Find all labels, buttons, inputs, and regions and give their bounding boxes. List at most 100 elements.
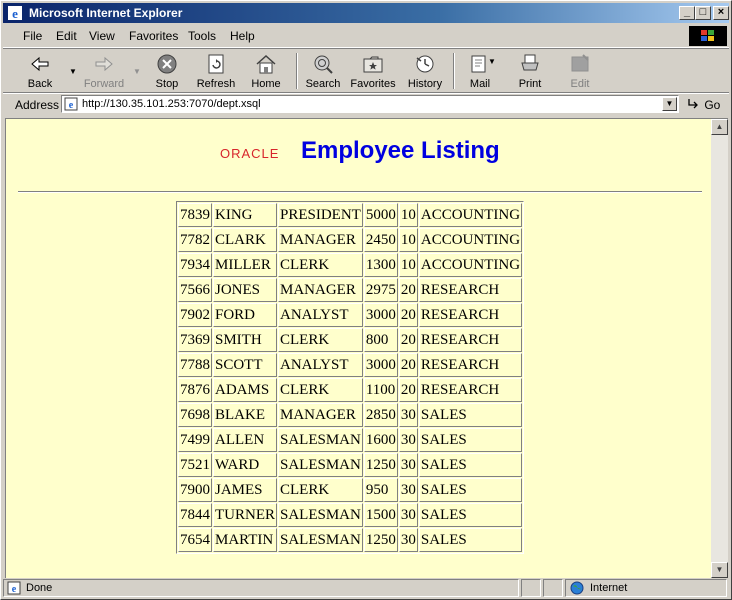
table-cell: ACCOUNTING [418, 228, 523, 252]
history-button[interactable]: History [398, 51, 452, 91]
table-cell: 2450 [363, 228, 398, 252]
menu-view[interactable]: View [89, 29, 115, 43]
table-cell: SALESMAN [278, 503, 363, 527]
table-cell: SMITH [213, 328, 277, 352]
table-cell: 20 [398, 328, 418, 352]
address-input[interactable] [82, 97, 652, 111]
status-text: Done [26, 582, 53, 594]
page-done-icon: e [7, 581, 21, 595]
table-cell: JONES [213, 278, 277, 302]
table-cell: ACCOUNTING [418, 253, 523, 277]
table-cell: SALES [418, 428, 523, 452]
history-label: History [407, 78, 443, 90]
table-cell: SALESMAN [278, 528, 363, 552]
table-cell: WARD [213, 453, 277, 477]
table-cell: 7839 [178, 203, 212, 227]
table-cell: 7654 [178, 528, 212, 552]
refresh-icon [208, 54, 224, 74]
table-cell: 20 [398, 278, 418, 302]
vertical-scrollbar[interactable]: ▲ ▼ [711, 118, 728, 578]
menu-help[interactable]: Help [230, 29, 255, 43]
page-title: Employee Listing [301, 137, 500, 164]
table-cell: 7876 [178, 378, 212, 402]
home-button[interactable]: Home [239, 51, 293, 91]
table-cell: JAMES [213, 478, 277, 502]
table-cell: FORD [213, 303, 277, 327]
search-button[interactable]: Search [296, 51, 350, 91]
page-icon: e [64, 97, 78, 111]
scroll-up-icon[interactable]: ▲ [711, 119, 728, 135]
mail-dropdown-icon[interactable]: ▼ [488, 57, 496, 66]
table-cell: SALESMAN [278, 453, 363, 477]
address-box[interactable]: e ▼ [61, 95, 679, 113]
mail-label: Mail [469, 78, 491, 90]
table-cell: MANAGER [278, 278, 363, 302]
table-cell: 1600 [363, 428, 398, 452]
table-row: 7499 ALLEN SALESMAN 1600 30 SALES [178, 428, 523, 452]
table-cell: 7521 [178, 453, 212, 477]
menu-tools[interactable]: Tools [188, 29, 216, 43]
address-dropdown-icon[interactable]: ▼ [662, 97, 677, 111]
print-label: Print [518, 78, 542, 90]
status-bar: e Done Internet [3, 578, 729, 598]
scroll-down-icon[interactable]: ▼ [711, 562, 728, 578]
table-cell: 1100 [363, 378, 398, 402]
table-cell: 30 [398, 478, 418, 502]
title-bar[interactable]: e Microsoft Internet Explorer _ □ × [3, 3, 729, 23]
forward-label: Forward [83, 78, 125, 90]
table-cell: 7902 [178, 303, 212, 327]
table-cell: RESEARCH [418, 378, 523, 402]
edit-button[interactable]: Edit [553, 51, 607, 91]
printer-icon [521, 54, 539, 71]
stop-button[interactable]: Stop [140, 51, 194, 91]
favorites-button[interactable]: Favorites [346, 51, 400, 91]
table-row: 7654 MARTIN SALESMAN 1250 30 SALES [178, 528, 523, 552]
menu-file[interactable]: File [23, 29, 42, 43]
close-button[interactable]: × [713, 6, 729, 20]
back-arrow-icon [31, 56, 49, 72]
go-label: Go [704, 98, 721, 112]
search-label: Search [305, 78, 341, 90]
maximize-button[interactable]: □ [695, 6, 711, 20]
go-button[interactable]: Go [687, 97, 720, 112]
table-cell: 1250 [363, 528, 398, 552]
status-security [543, 579, 563, 597]
table-row: 7876 ADAMS CLERK 1100 20 RESEARCH [178, 378, 523, 402]
favorites-label: Favorites [350, 78, 396, 90]
table-cell: MANAGER [278, 228, 363, 252]
print-button[interactable]: Print [503, 51, 557, 91]
table-cell: SALES [418, 453, 523, 477]
svg-text:e: e [12, 584, 17, 595]
table-cell: 10 [398, 253, 418, 277]
table-row: 7698 BLAKE MANAGER 2850 30 SALES [178, 403, 523, 427]
table-cell: 3000 [363, 303, 398, 327]
status-progress [521, 579, 541, 597]
browser-window: e Microsoft Internet Explorer _ □ × File… [0, 0, 732, 600]
table-row: 7521 WARD SALESMAN 1250 30 SALES [178, 453, 523, 477]
table-cell: RESEARCH [418, 353, 523, 377]
table-cell: 7369 [178, 328, 212, 352]
search-globe-icon [314, 55, 333, 74]
table-cell: PRESIDENT [278, 203, 363, 227]
table-cell: KING [213, 203, 277, 227]
mail-button[interactable]: Mail [453, 51, 507, 91]
table-cell: 20 [398, 353, 418, 377]
table-cell: RESEARCH [418, 278, 523, 302]
table-cell: 2975 [363, 278, 398, 302]
go-arrow-icon [688, 99, 698, 109]
back-label: Back [27, 78, 53, 90]
menu-favorites[interactable]: Favorites [129, 29, 178, 43]
refresh-button[interactable]: Refresh [189, 51, 243, 91]
address-label: Address [15, 98, 60, 112]
back-dropdown-icon[interactable]: ▼ [69, 67, 77, 76]
table-cell: RESEARCH [418, 303, 523, 327]
menu-bar: File Edit View Favorites Tools Help [3, 25, 729, 48]
forward-arrow-icon [95, 56, 113, 72]
stop-label: Stop [155, 78, 179, 90]
forward-button[interactable]: Forward [77, 51, 131, 91]
menu-edit[interactable]: Edit [56, 29, 77, 43]
svg-text:e: e [12, 6, 18, 21]
oracle-logo: ORACLE [220, 146, 280, 161]
minimize-button[interactable]: _ [679, 6, 695, 20]
back-button[interactable]: Back [13, 51, 67, 91]
